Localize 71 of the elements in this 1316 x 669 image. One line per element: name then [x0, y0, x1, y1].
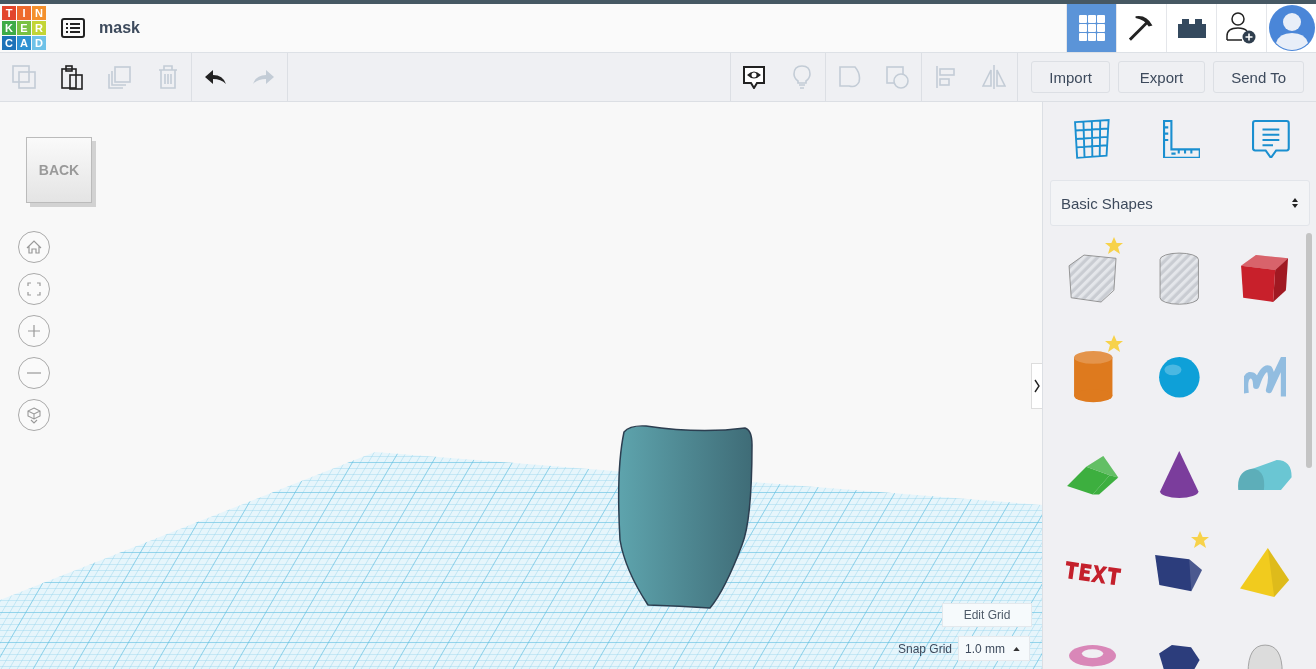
fit-view-icon — [27, 282, 41, 296]
zoom-in-button[interactable] — [18, 315, 50, 347]
avatar-button[interactable] — [1266, 4, 1316, 52]
redo-icon — [252, 69, 275, 85]
logo-letter: D — [32, 36, 46, 50]
hole-shape-icon — [886, 65, 910, 89]
cylinder-icon — [1072, 350, 1114, 404]
brick-icon — [1176, 17, 1207, 39]
logo-letter: C — [2, 36, 16, 50]
clipboard-icon — [60, 64, 83, 90]
design-title[interactable]: mask — [99, 19, 140, 37]
edit-grid-button[interactable]: Edit Grid — [942, 603, 1032, 627]
pyramid-icon — [1239, 547, 1291, 599]
caret-icon — [1013, 646, 1021, 651]
solid-shape-icon — [839, 66, 861, 88]
bricks-button[interactable] — [1166, 4, 1216, 52]
add-user-icon — [1226, 11, 1257, 45]
copy-icon — [11, 65, 36, 89]
logo-letter: R — [32, 21, 46, 35]
ortho-button[interactable] — [18, 399, 50, 431]
snap-grid-dropdown[interactable]: 1.0 mm — [958, 636, 1031, 661]
tinkercad-logo[interactable]: T I N K E R C A D — [2, 6, 46, 50]
action-button[interactable]: Export — [1117, 61, 1206, 93]
home-button[interactable] — [18, 231, 50, 263]
half-cylinder-icon — [1237, 459, 1293, 491]
undo-icon — [204, 69, 227, 85]
chevron-icon — [1034, 379, 1040, 393]
cone-icon — [1158, 450, 1200, 500]
home-icon — [26, 240, 42, 254]
logo-letter: E — [17, 21, 31, 35]
zoom-in-icon — [27, 324, 41, 338]
action-button[interactable]: Import — [1031, 61, 1110, 93]
cube-icon — [1240, 254, 1290, 304]
text-shape-icon — [1063, 559, 1123, 587]
scrollbar[interactable] — [1306, 233, 1312, 468]
logo-letter: T — [2, 6, 16, 20]
mirror-icon — [981, 64, 1006, 90]
scribble-icon — [1244, 356, 1286, 398]
pickaxe-icon — [1129, 15, 1154, 41]
logo-letter: N — [32, 6, 46, 20]
trash-icon — [157, 65, 178, 89]
logo-letter: I — [17, 6, 31, 20]
ruler-icon — [1162, 119, 1201, 159]
logo-letter: A — [17, 36, 31, 50]
sphere-icon — [1157, 355, 1201, 399]
eye-icon — [743, 65, 766, 89]
fit-button[interactable] — [18, 273, 50, 305]
lightbulb-icon — [792, 65, 811, 89]
wedge-icon — [1154, 553, 1204, 593]
roof-icon — [1066, 454, 1120, 496]
hexagonal-prism-icon — [1157, 644, 1201, 669]
cube-view-icon — [27, 406, 41, 424]
note-icon — [1252, 119, 1290, 159]
duplicate-icon — [108, 65, 131, 89]
menu-icon[interactable] — [61, 18, 85, 38]
collapse-panel-button[interactable] — [1031, 363, 1042, 409]
logo-letter: K — [2, 21, 16, 35]
align-icon — [936, 65, 956, 89]
snap-grid-label: Snap Grid — [898, 641, 953, 656]
workplane-icon — [1074, 119, 1110, 159]
zoom-out-button[interactable] — [18, 357, 50, 389]
cylinder-hole-icon — [1158, 252, 1200, 306]
grid-icon — [1077, 14, 1106, 42]
box-hole-icon — [1068, 254, 1118, 304]
shape-library-dropdown[interactable]: Basic Shapes — [1050, 180, 1310, 226]
mask-object[interactable] — [617, 425, 753, 609]
action-button[interactable]: Send To — [1213, 61, 1304, 93]
add-user-button[interactable] — [1216, 4, 1266, 52]
pickaxe-button[interactable] — [1116, 4, 1166, 52]
sort-arrows-icon — [1291, 196, 1299, 210]
avatar-icon — [1267, 4, 1316, 52]
